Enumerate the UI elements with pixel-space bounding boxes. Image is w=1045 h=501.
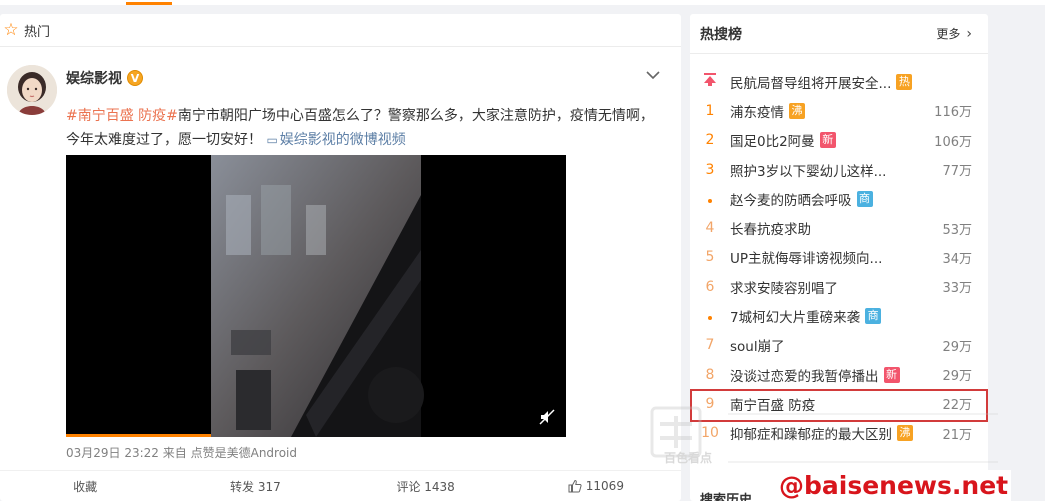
video-frame — [66, 155, 566, 437]
hot-search-count: 29万 — [942, 339, 972, 355]
hot-search-rank: 1 — [705, 102, 715, 119]
hot-search-item[interactable]: 7 soul崩了 29万 — [690, 331, 988, 360]
hot-search-rank: 6 — [705, 278, 715, 295]
more-label: 更多 — [936, 27, 961, 41]
author[interactable]: 娱综影视 V — [66, 68, 143, 88]
hot-search-title-text[interactable]: UP主就侮辱诽谤视频向... — [730, 247, 882, 267]
like-button[interactable]: 11069 — [511, 471, 681, 501]
hot-search-header: 热搜榜 更多 › — [690, 14, 988, 54]
hot-search-title-text[interactable]: soul崩了 — [730, 335, 785, 355]
watermark-url: @baisenews.net — [776, 470, 1012, 501]
post-video-link[interactable]: 娱综影视的微博视频 — [280, 132, 406, 148]
hot-search-title-text[interactable]: 浦东疫情 — [730, 101, 784, 121]
mute-icon[interactable] — [539, 409, 555, 425]
feed-card: ☆ 热门 娱综影视 V #南宁百盛 防疫#南宁市朝阳广场中心百盛怎么了？警察那么… — [0, 14, 681, 501]
hot-search-badge: 沸 — [789, 102, 805, 119]
hot-search-rank: 8 — [705, 366, 715, 383]
hot-search-rank: 2 — [705, 132, 715, 149]
hot-search-rank: 3 — [705, 161, 715, 178]
star-icon: ☆ — [3, 20, 19, 40]
watermark-logo-text: 百色看点 — [664, 451, 713, 465]
active-tab-indicator — [126, 2, 172, 5]
video-link-icon: ▭ — [266, 133, 278, 147]
hot-search-count: 53万 — [942, 222, 972, 238]
hot-search-badge: 新 — [883, 366, 900, 383]
chevron-down-icon[interactable] — [645, 67, 661, 83]
hot-search-count: 116万 — [934, 105, 972, 121]
post-source-prefix: 来自 — [162, 446, 187, 460]
thumbs-up-icon — [568, 479, 582, 493]
comment-button[interactable]: 评论 1438 — [341, 471, 511, 501]
hot-search-rank: 5 — [705, 249, 715, 266]
hot-search-title-text[interactable]: 求求安陵容别唱了 — [730, 277, 838, 297]
hot-search-rank: 4 — [705, 220, 715, 237]
post-hashtag[interactable]: #南宁百盛 防疫# — [66, 108, 178, 124]
hot-search-title-text[interactable]: 抑郁症和躁郁症的最大区别 — [730, 423, 892, 443]
post-timestamp[interactable]: 03月29日 23:22 — [66, 446, 159, 460]
hot-search-title: 热搜榜 — [700, 26, 742, 43]
hot-search-title-text[interactable]: 长春抗疫求助 — [730, 218, 811, 238]
more-link[interactable]: 更多 › — [936, 25, 972, 42]
favorite-label: 收藏 — [73, 479, 98, 494]
hot-search-badge: 热 — [896, 73, 913, 90]
search-history-heading[interactable]: 搜索历史 — [700, 489, 752, 501]
hot-search-item[interactable]: 民航局督导组将开展安全... 热 — [690, 67, 988, 96]
hot-search-count: 33万 — [942, 281, 972, 297]
hot-search-item[interactable]: 1 浦东疫情沸 116万 — [690, 96, 988, 125]
promoted-dot-icon — [690, 191, 730, 207]
hot-search-item[interactable]: 8 没谈过恋爱的我暂停播出新 29万 — [690, 360, 988, 389]
hot-search-item[interactable]: 5 UP主就侮辱诽谤视频向... 34万 — [690, 243, 988, 272]
post-text: #南宁百盛 防疫#南宁市朝阳广场中心百盛怎么了？警察那么多，大家注意防护，疫情无… — [66, 104, 656, 152]
hot-search-item[interactable]: 9 南宁百盛 防疫 22万 — [690, 389, 988, 423]
hot-search-title-text[interactable]: 民航局督导组将开展安全... — [730, 72, 891, 92]
hot-search-title-text[interactable]: 没谈过恋爱的我暂停播出 — [730, 365, 879, 385]
hot-search-badge: 商 — [856, 190, 873, 207]
hot-search-title-text[interactable]: 南宁百盛 防疫 — [730, 394, 815, 414]
hot-search-list: 民航局督导组将开展安全... 热 1 浦东疫情沸 116万 2 国足0比2阿曼新 106万 3 照… — [690, 67, 988, 448]
hot-search-title-text[interactable]: 赵今麦的防晒会呼吸 — [730, 189, 852, 209]
verified-badge-icon: V — [127, 70, 143, 86]
hot-search-title-text[interactable]: 国足0比2阿曼 — [730, 130, 815, 150]
hot-search-rank: 9 — [705, 395, 715, 412]
comment-label: 评论 1438 — [396, 479, 455, 494]
feed-header: ☆ 热门 — [0, 14, 681, 47]
hot-search-count: 29万 — [942, 369, 972, 385]
chevron-right-icon: › — [966, 25, 972, 42]
video-player[interactable] — [66, 155, 566, 437]
hot-search-count: 21万 — [942, 427, 972, 443]
hot-search-title-text[interactable]: 照护3岁以下婴幼儿这样... — [730, 160, 886, 180]
like-count: 11069 — [585, 479, 624, 493]
hot-search-item[interactable]: 2 国足0比2阿曼新 106万 — [690, 126, 988, 155]
hot-search-item[interactable]: 6 求求安陵容别唱了 33万 — [690, 272, 988, 301]
post-meta: 03月29日 23:22 来自 点赞是美德Android — [66, 444, 297, 461]
hot-search-rank: 7 — [705, 337, 715, 354]
hot-search-badge: 沸 — [897, 425, 913, 442]
repost-label: 转发 317 — [230, 479, 281, 494]
pin-top-icon — [690, 72, 730, 91]
post-actions: 收藏 转发 317 评论 1438 11069 — [0, 470, 681, 501]
promoted-dot-icon — [690, 308, 730, 324]
author-name[interactable]: 娱综影视 — [66, 68, 122, 88]
hot-search-item[interactable]: 7城柯幻大片重磅来袭商 — [690, 301, 988, 330]
hot-search-badge: 商 — [865, 308, 882, 325]
feed-header-label: 热门 — [24, 24, 51, 40]
hot-search-item[interactable]: 3 照护3岁以下婴幼儿这样... 77万 — [690, 155, 988, 184]
hot-search-item[interactable]: 赵今麦的防晒会呼吸商 — [690, 184, 988, 213]
hot-search-title-text[interactable]: 7城柯幻大片重磅来袭 — [730, 306, 860, 326]
hot-search-count: 106万 — [934, 134, 972, 150]
post-source: 点赞是美德Android — [190, 446, 298, 460]
hot-search-count: 77万 — [942, 164, 972, 180]
hot-search-count: 22万 — [942, 398, 972, 414]
repost-button[interactable]: 转发 317 — [170, 471, 340, 501]
hot-search-item[interactable]: 4 长春抗疫求助 53万 — [690, 213, 988, 242]
hot-search-rank: 10 — [701, 425, 719, 442]
video-progress-bar[interactable] — [66, 434, 211, 437]
hot-search-panel: 热搜榜 更多 › 民航局督导组将开展安全... 热 1 浦东疫情沸 116万 2 国足0比2… — [690, 14, 988, 501]
hot-search-count: 34万 — [942, 251, 972, 267]
hot-search-item[interactable]: 10 抑郁症和躁郁症的最大区别沸 21万 — [690, 419, 988, 448]
favorite-button[interactable]: 收藏 — [0, 471, 170, 501]
avatar[interactable] — [7, 65, 57, 115]
hot-search-badge: 新 — [819, 132, 836, 149]
